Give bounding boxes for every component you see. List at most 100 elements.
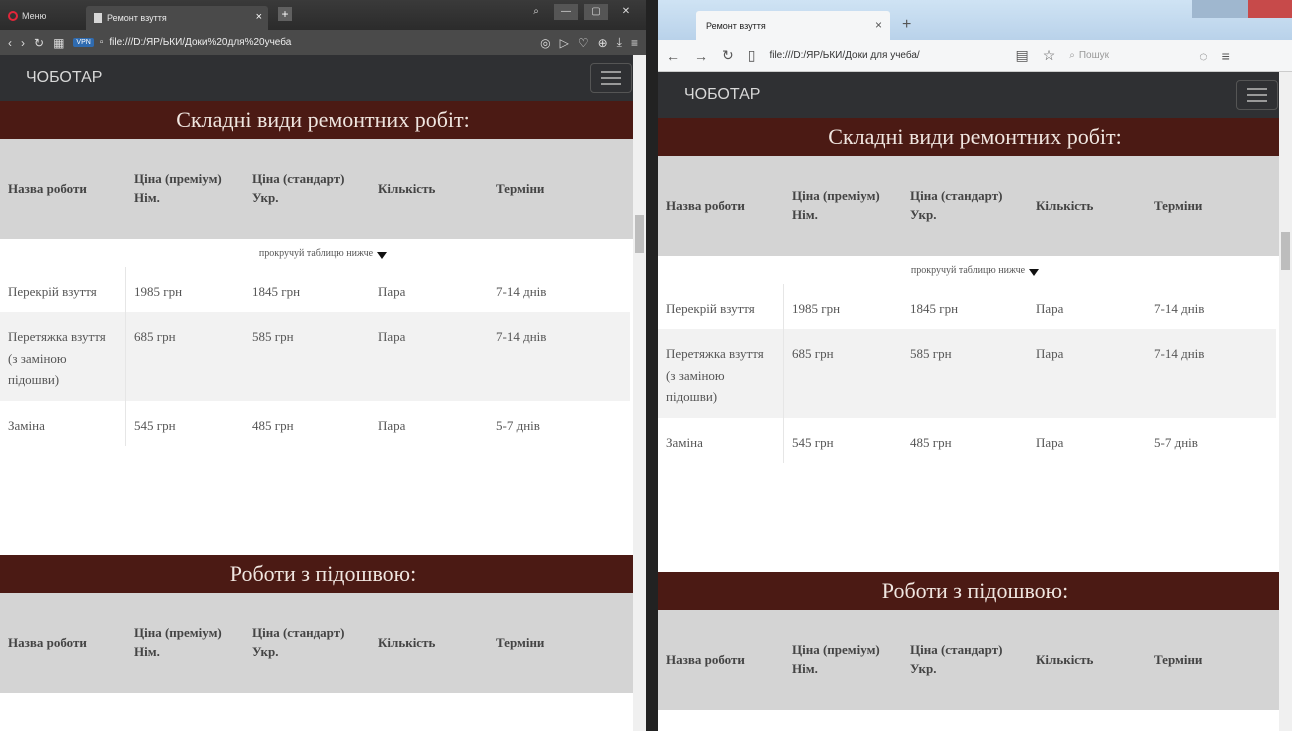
- menu-icon[interactable]: ≡: [1222, 48, 1230, 64]
- page-scrollbar-thumb[interactable]: [1281, 232, 1290, 270]
- table-cell: Пара: [1036, 301, 1064, 316]
- close-window-button[interactable]: ✕: [614, 4, 638, 20]
- table-cell: 545 грн: [792, 434, 834, 450]
- page-scrollbar[interactable]: [1279, 72, 1292, 731]
- brand-link[interactable]: ЧОБОТАР: [26, 69, 102, 87]
- table-cell: Пара: [1036, 346, 1064, 362]
- download-icon[interactable]: ⤓: [617, 35, 622, 50]
- table-cell: 585 грн: [252, 329, 294, 345]
- vpn-badge-icon[interactable]: VPN: [73, 38, 94, 47]
- header-cell: Кількість: [378, 634, 436, 650]
- snapshot-icon[interactable]: ◎: [540, 36, 550, 50]
- header-cell: Ціна (преміум) Нім.: [792, 642, 880, 676]
- play-icon[interactable]: ▷: [560, 36, 569, 50]
- reload-icon[interactable]: ↻: [722, 47, 734, 64]
- firefox-tab[interactable]: Ремонт взуття ×: [696, 11, 890, 40]
- table-body[interactable]: Перекрій взуття 1985 грн 1845 грн Пара 7…: [0, 267, 646, 537]
- arrow-down-icon: [377, 251, 388, 259]
- table-row: Заміна 545 грн 485 грн Пара 5-7 днів: [0, 400, 630, 447]
- opera-logo-icon: [8, 11, 18, 21]
- table-cell: Заміна: [0, 400, 126, 447]
- table-cell: 7-14 днів: [1154, 301, 1205, 316]
- new-tab-button[interactable]: +: [278, 7, 292, 21]
- window-controls: ⌕ — ▢ ✕: [524, 4, 638, 20]
- table-cell: 485 грн: [910, 434, 952, 450]
- spacer: [658, 554, 1292, 572]
- new-tab-button[interactable]: +: [902, 16, 911, 34]
- bookmark-star-icon[interactable]: ☆: [1043, 47, 1056, 64]
- scroll-hint: прокручуй таблицю нижче: [658, 256, 1292, 284]
- reader-view-icon[interactable]: ▤: [1015, 47, 1028, 64]
- hamburger-menu-icon[interactable]: [590, 63, 632, 93]
- table-cell: 485 грн: [252, 417, 294, 433]
- maximize-button[interactable]: ▢: [584, 4, 608, 20]
- scroll-hint-text: прокручуй таблицю нижче: [910, 264, 1026, 276]
- brand-link[interactable]: ЧОБОТАР: [684, 86, 760, 104]
- section-title: Роботи з підошвою:: [658, 572, 1292, 610]
- window-divider: [646, 0, 658, 731]
- close-tab-icon[interactable]: ×: [875, 18, 882, 32]
- table-cell: 585 грн: [910, 346, 952, 362]
- table-cell: 5-7 днів: [1154, 434, 1198, 450]
- hamburger-menu-icon[interactable]: [1236, 80, 1278, 110]
- firefox-address-bar: ← → ↻ ▯ file:///D:/ЯР/ЬКИ/Доки для учеба…: [658, 40, 1292, 72]
- search-icon: ⌕: [1069, 50, 1075, 61]
- forward-icon[interactable]: ›: [21, 36, 25, 50]
- header-cell: Ціна (стандарт) Укр.: [252, 171, 345, 205]
- minimize-button[interactable]: —: [554, 4, 578, 20]
- close-window-button[interactable]: [1248, 0, 1292, 18]
- search-input[interactable]: ⌕ Пошук: [1069, 46, 1185, 66]
- pocket-icon[interactable]: ◌: [1199, 48, 1207, 64]
- header-cell: Терміни: [1154, 197, 1203, 213]
- minimize-button[interactable]: [1192, 0, 1220, 18]
- header-cell: Кількість: [1036, 651, 1094, 667]
- search-placeholder: Пошук: [1078, 50, 1110, 61]
- opera-menu-button[interactable]: Меню: [8, 8, 46, 24]
- table-row: Перетяжка взуття (з заміною підошви) 685…: [0, 312, 630, 401]
- table-body[interactable]: Перекрій взуття 1985 грн 1845 грн Пара 7…: [658, 284, 1292, 554]
- speed-dial-icon[interactable]: ▦: [53, 36, 64, 50]
- shield-icon[interactable]: ♡: [578, 36, 589, 50]
- table-cell: 545 грн: [134, 417, 176, 433]
- search-icon[interactable]: ⌕: [524, 4, 548, 20]
- table-cell: 1845 грн: [252, 284, 301, 299]
- back-icon[interactable]: ←: [666, 48, 680, 64]
- header-cell: Ціна (стандарт) Укр.: [910, 642, 1003, 676]
- table-cell: Перекрій взуття: [658, 284, 784, 330]
- document-icon: [94, 13, 102, 23]
- table-cell: Пара: [1036, 434, 1064, 450]
- window-controls: [1192, 0, 1292, 18]
- firefox-tabstrip: Ремонт взуття × +: [658, 0, 1292, 40]
- extensions-icon[interactable]: ⊕: [598, 36, 608, 50]
- table-header: Назва роботи Ціна (преміум) Нім. Ціна (с…: [0, 593, 646, 693]
- forward-icon[interactable]: →: [694, 48, 708, 64]
- table-cell: Пара: [378, 284, 406, 299]
- opera-tab[interactable]: Ремонт взуття ×: [86, 6, 268, 30]
- table-cell: Пара: [378, 417, 406, 433]
- opera-tabstrip: Меню Ремонт взуття × + ⌕ — ▢ ✕: [0, 0, 646, 30]
- spacer: [0, 537, 646, 555]
- table-cell: 685 грн: [134, 329, 176, 345]
- close-tab-icon[interactable]: ×: [256, 11, 262, 23]
- reload-icon[interactable]: ↻: [34, 36, 44, 50]
- navbar: ЧОБОТАР: [658, 72, 1292, 118]
- opera-address-bar: ‹ › ↻ ▦ VPN ▫ file:///D:/ЯР/ЬКИ/Доки%20д…: [0, 30, 646, 55]
- page-scrollbar[interactable]: [633, 55, 646, 731]
- header-cell: Кількість: [1036, 197, 1094, 213]
- section-title: Складні види ремонтних робіт:: [0, 101, 646, 139]
- firefox-window: Ремонт взуття × + ← → ↻ ▯ file:///D:/ЯР/…: [658, 0, 1292, 731]
- menu-icon[interactable]: ≡: [631, 36, 638, 50]
- url-field[interactable]: VPN ▫ file:///D:/ЯР/ЬКИ/Доки%20для%20уче…: [73, 37, 531, 48]
- opera-window: Меню Ремонт взуття × + ⌕ — ▢ ✕ ‹ › ↻ ▦ V…: [0, 0, 646, 731]
- firefox-tab-title: Ремонт взуття: [706, 20, 766, 31]
- header-cell: Назва роботи: [666, 197, 745, 213]
- maximize-button[interactable]: [1220, 0, 1248, 18]
- table-header: Назва роботи Ціна (преміум) Нім. Ціна (с…: [658, 156, 1292, 256]
- arrow-down-icon: [1029, 268, 1040, 276]
- page-scrollbar-thumb[interactable]: [635, 215, 644, 253]
- table-header: Назва роботи Ціна (преміум) Нім. Ціна (с…: [0, 139, 646, 239]
- back-icon[interactable]: ‹: [8, 36, 12, 50]
- opera-menu-label: Меню: [22, 11, 47, 21]
- url-field[interactable]: file:///D:/ЯР/ЬКИ/Доки для учеба/: [769, 50, 1001, 61]
- table-cell: 1845 грн: [910, 301, 959, 316]
